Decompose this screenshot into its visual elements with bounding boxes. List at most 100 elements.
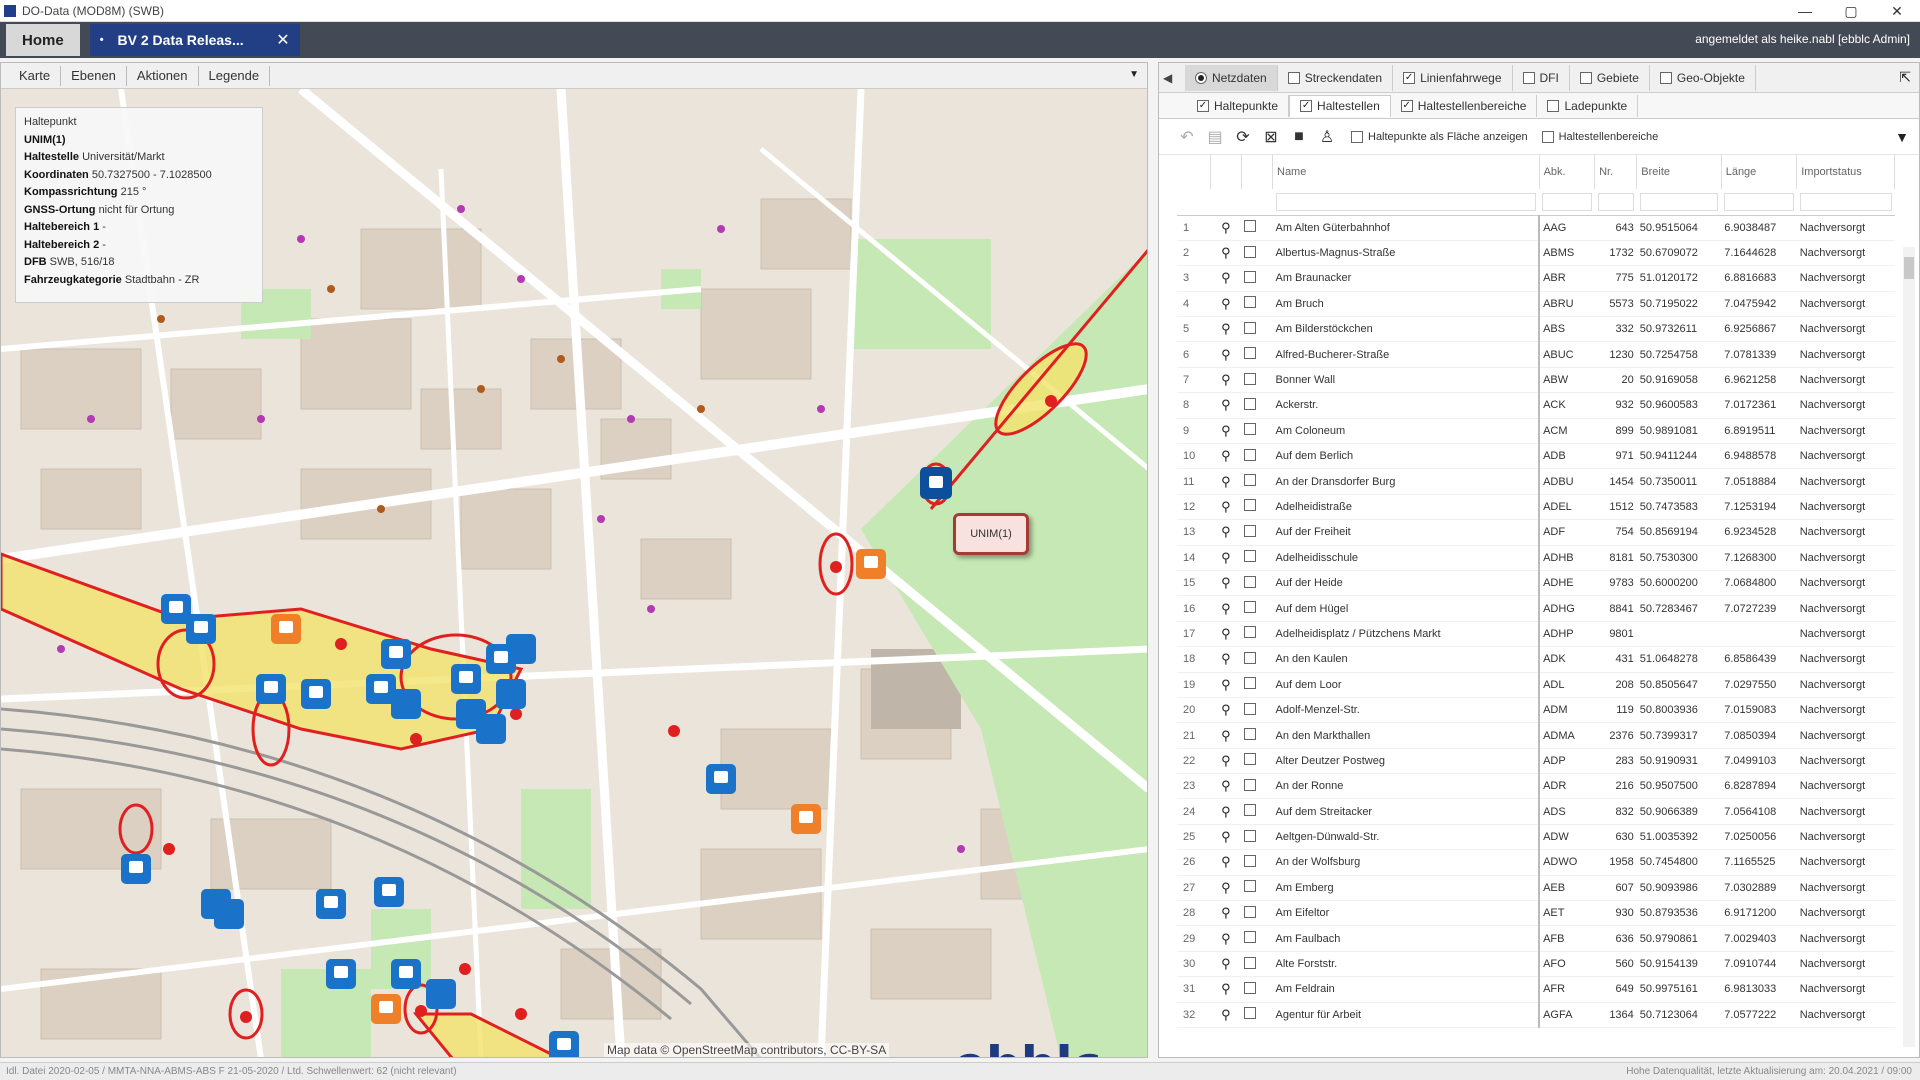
table-row[interactable]: 24 ⚲ Auf dem Streitacker ADS 832 50.9066389 7.… — [1177, 798, 1895, 825]
checkbox[interactable] — [1244, 931, 1257, 944]
lookup-icon[interactable]: ⚲ — [1210, 519, 1242, 546]
col-header-importstatus[interactable]: Importstatus — [1796, 155, 1895, 189]
checkbox[interactable] — [1244, 880, 1257, 893]
select-all-icon[interactable]: ■ — [1289, 127, 1309, 147]
checkbox[interactable] — [1244, 956, 1257, 969]
subtab-ladepunkte[interactable]: Ladepunkte — [1537, 94, 1639, 117]
row-select-checkbox[interactable] — [1241, 316, 1273, 343]
row-select-checkbox[interactable] — [1241, 748, 1273, 775]
table-row[interactable]: 27 ⚲ Am Emberg AEB 607 50.9093986 7.0302889 Nac… — [1177, 875, 1895, 902]
table-scrollbar[interactable] — [1903, 247, 1915, 1047]
subtab-haltepunkte[interactable]: ✓ Haltepunkte — [1187, 94, 1290, 117]
checkbox[interactable] — [1244, 524, 1257, 537]
checkbox[interactable] — [1244, 854, 1257, 867]
checkbox[interactable] — [1244, 448, 1257, 461]
row-select-checkbox[interactable] — [1241, 1002, 1273, 1029]
lookup-icon[interactable]: ⚲ — [1210, 925, 1242, 952]
lookup-icon[interactable]: ⚲ — [1210, 875, 1242, 902]
lookup-icon[interactable]: ⚲ — [1210, 646, 1242, 673]
table-row[interactable]: 15 ⚲ Auf der Heide ADHE 9783 50.6000200 7.0684… — [1177, 570, 1895, 597]
table-row[interactable]: 30 ⚲ Alte Forststr. AFO 560 50.9154139 7.09107… — [1177, 951, 1895, 978]
refresh-icon[interactable]: ⟳ — [1233, 127, 1253, 147]
table-row[interactable]: 21 ⚲ An den Markthallen ADMA 2376 50.7399317 7… — [1177, 722, 1895, 749]
lookup-icon[interactable]: ⚲ — [1210, 468, 1242, 495]
checkbox[interactable] — [1244, 804, 1257, 817]
map-menu-aktionen[interactable]: Aktionen — [127, 65, 199, 86]
lookup-icon[interactable]: ⚲ — [1210, 291, 1242, 318]
streckendaten-checkbox[interactable] — [1287, 71, 1300, 84]
map-menu-legende[interactable]: Legende — [199, 65, 271, 86]
row-select-checkbox[interactable] — [1241, 697, 1273, 724]
dfi-checkbox[interactable] — [1522, 71, 1535, 84]
lookup-icon[interactable]: ⚲ — [1210, 570, 1242, 597]
lookup-icon[interactable]: ⚲ — [1210, 265, 1242, 292]
table-row[interactable]: 7 ⚲ Bonner Wall ABW 20 50.9169058 6.9621258 Nac… — [1177, 367, 1895, 394]
checkbox[interactable] — [1244, 1007, 1257, 1020]
filter-icon[interactable]: ▼ — [1895, 129, 1909, 145]
filter-abk-input[interactable] — [1542, 192, 1592, 211]
map-attribution[interactable]: Map data © OpenStreetMap contributors, C… — [604, 1043, 890, 1057]
table-row[interactable]: 3 ⚲ Am Braunacker ABR 775 51.0120172 6.8816683… — [1177, 265, 1895, 292]
lookup-icon[interactable]: ⚲ — [1210, 798, 1242, 825]
haltepunkte-checkbox[interactable]: ✓ — [1197, 99, 1209, 112]
checkbox[interactable] — [1244, 981, 1257, 994]
checkbox[interactable] — [1244, 423, 1257, 436]
tab-linienfahrwege[interactable]: ✓ Linienfahrwege — [1393, 64, 1513, 91]
collapse-panel-icon[interactable]: ◀ — [1163, 71, 1185, 85]
lookup-icon[interactable]: ⚲ — [1210, 545, 1242, 571]
haltestellen-checkbox[interactable]: ✓ — [1300, 100, 1313, 112]
row-select-checkbox[interactable] — [1241, 798, 1273, 825]
table-row[interactable]: 25 ⚲ Aeltgen-Dünwald-Str. ADW 630 51.0035392 7… — [1177, 824, 1895, 851]
close-window-button[interactable]: ✕ — [1874, 0, 1920, 22]
scrollbar-thumb[interactable] — [1904, 257, 1914, 279]
row-select-checkbox[interactable] — [1241, 824, 1273, 851]
row-select-checkbox[interactable] — [1241, 595, 1273, 622]
lookup-icon[interactable]: ⚲ — [1210, 215, 1242, 241]
table-row[interactable]: 29 ⚲ Am Faulbach AFB 636 50.9790861 7.0029403 N… — [1177, 925, 1895, 952]
checkbox[interactable] — [1244, 702, 1257, 715]
table-row[interactable]: 14 ⚲ Adelheidisschule ADHB 8181 50.7530300 7.1… — [1177, 545, 1895, 571]
checkbox[interactable] — [1244, 575, 1257, 588]
table-row[interactable]: 10 ⚲ Auf dem Berlich ADB 971 50.9411244 6.9488… — [1177, 443, 1895, 470]
lookup-icon[interactable]: ⚲ — [1210, 240, 1242, 267]
tab-streckendaten[interactable]: Streckendaten — [1278, 64, 1394, 91]
lookup-icon[interactable]: ⚲ — [1210, 443, 1242, 470]
lookup-icon[interactable]: ⚲ — [1210, 418, 1242, 445]
row-select-checkbox[interactable] — [1241, 976, 1273, 1003]
option-haltepunkte-flaeche[interactable]: Haltepunkte als Fläche anzeigen — [1351, 130, 1528, 143]
table-row[interactable]: 1 ⚲ Am Alten Güterbahnhof AAG 643 50.9515064 6… — [1177, 215, 1895, 241]
lookup-icon[interactable]: ⚲ — [1210, 849, 1242, 876]
col-header-nr[interactable]: Nr. — [1594, 155, 1638, 189]
row-select-checkbox[interactable] — [1241, 722, 1273, 749]
checkbox[interactable] — [1244, 905, 1257, 918]
table-row[interactable]: 20 ⚲ Adolf-Menzel-Str. ADM 119 50.8003936 7.01… — [1177, 697, 1895, 724]
table-row[interactable]: 18 ⚲ An den Kaulen ADK 431 51.0648278 6.858643… — [1177, 646, 1895, 673]
checkbox[interactable] — [1244, 397, 1257, 410]
lookup-icon[interactable]: ⚲ — [1210, 1002, 1242, 1029]
checkbox[interactable] — [1244, 347, 1257, 360]
checkbox[interactable] — [1244, 651, 1257, 664]
row-select-checkbox[interactable] — [1241, 672, 1273, 698]
table-row[interactable]: 32 ⚲ Agentur für Arbeit AGFA 1364 50.7123064 7… — [1177, 1002, 1895, 1029]
checkbox[interactable] — [1244, 829, 1257, 842]
save-icon[interactable]: ▤ — [1205, 127, 1225, 147]
linienfahrwege-checkbox[interactable]: ✓ — [1403, 71, 1416, 84]
lookup-icon[interactable]: ⚲ — [1210, 722, 1242, 749]
map-toolbar-dropdown-icon[interactable]: ▼ — [1129, 69, 1139, 80]
map-menu-ebenen[interactable]: Ebenen — [61, 65, 127, 86]
lookup-icon[interactable]: ⚲ — [1210, 672, 1242, 698]
lookup-icon[interactable]: ⚲ — [1210, 900, 1242, 927]
haltepunkte-flaeche-checkbox[interactable] — [1351, 130, 1363, 143]
row-select-checkbox[interactable] — [1241, 925, 1273, 952]
filter-importstatus-input[interactable] — [1799, 192, 1892, 211]
table-row[interactable]: 12 ⚲ Adelheidistraße ADEL 1512 50.7473583 7.12… — [1177, 494, 1895, 521]
netzdaten-radio[interactable] — [1195, 71, 1207, 84]
geo-objekte-checkbox[interactable] — [1659, 71, 1672, 84]
row-select-checkbox[interactable] — [1241, 341, 1273, 368]
ladepunkte-checkbox[interactable] — [1547, 99, 1560, 112]
lookup-icon[interactable]: ⚲ — [1210, 316, 1242, 343]
lookup-icon[interactable]: ⚲ — [1210, 824, 1242, 851]
checkbox[interactable] — [1244, 601, 1257, 614]
undo-icon[interactable]: ↶ — [1177, 127, 1197, 147]
table-row[interactable]: 31 ⚲ Am Feldrain AFR 649 50.9975161 6.9813033 N… — [1177, 976, 1895, 1003]
